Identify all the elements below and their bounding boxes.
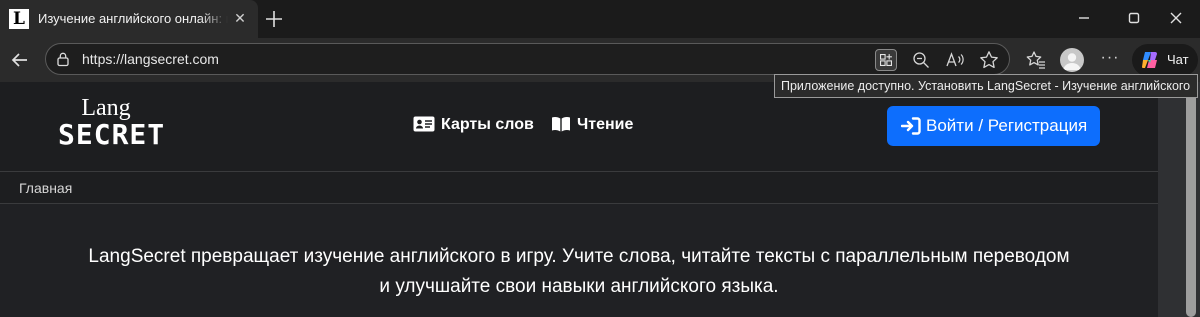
login-separator: /: [978, 116, 984, 135]
tab-title: Изучение английского онлайн: изучение ан…: [38, 11, 228, 26]
register-label: Регистрация: [987, 116, 1088, 135]
open-book-icon: [552, 116, 570, 132]
minimize-icon[interactable]: [1070, 4, 1098, 32]
nav-word-cards-label: Карты слов: [441, 116, 534, 133]
zoom-out-icon[interactable]: [910, 49, 932, 71]
id-card-icon: [413, 116, 435, 132]
more-options-icon[interactable]: ···: [1098, 48, 1122, 72]
url-text[interactable]: https://langsecret.com: [82, 51, 219, 67]
lock-icon[interactable]: [55, 51, 71, 67]
site-logo[interactable]: Lang SECRET: [58, 96, 164, 156]
nav-word-cards-link[interactable]: Карты слов: [413, 116, 534, 134]
new-tab-icon[interactable]: [262, 7, 286, 31]
window-close-icon[interactable]: [1162, 4, 1190, 32]
intro-line-2: и улучшайте свои навыки английского язык…: [379, 276, 779, 297]
address-bar[interactable]: https://langsecret.com: [45, 43, 1010, 75]
tab-favicon: L: [9, 9, 29, 29]
breadcrumb-home[interactable]: Главная: [19, 180, 72, 196]
nav-reading-label: Чтение: [577, 116, 634, 133]
page-viewport: Lang SECRET Карты слов Чтение Войти / Ре…: [0, 82, 1200, 317]
logo-line-secret: SECRET: [58, 118, 166, 151]
add-favorite-star-icon[interactable]: [978, 49, 1000, 71]
profile-avatar-icon[interactable]: [1060, 48, 1084, 72]
sign-in-icon: [900, 117, 921, 135]
breadcrumb-bar: Главная: [0, 171, 1158, 204]
logo-line-lang: Lang: [81, 95, 131, 121]
favorites-icon[interactable]: [1024, 48, 1048, 72]
intro-text: LangSecret превращает изучение английско…: [0, 242, 1158, 302]
browser-tab[interactable]: L Изучение английского онлайн: изучение …: [0, 0, 258, 38]
back-arrow-icon[interactable]: [8, 48, 32, 72]
tab-close-icon[interactable]: ✕: [232, 10, 248, 26]
maximize-icon[interactable]: [1120, 4, 1148, 32]
read-aloud-icon[interactable]: [944, 49, 966, 71]
browser-titlebar: L Изучение английского онлайн: изучение …: [0, 0, 1200, 38]
install-app-tooltip: Приложение доступно. Установить LangSecr…: [774, 74, 1198, 98]
nav-reading-link[interactable]: Чтение: [551, 116, 633, 134]
login-register-button[interactable]: Войти / Регистрация: [887, 106, 1100, 146]
login-label: Войти: [926, 116, 974, 135]
copilot-chat-button[interactable]: Чат: [1132, 44, 1198, 76]
page-scrollbar-thumb[interactable]: [1186, 82, 1196, 317]
copilot-label: Чат: [1167, 52, 1189, 67]
copilot-icon: [1142, 52, 1157, 68]
app-available-icon[interactable]: [875, 49, 897, 71]
intro-line-1: LangSecret превращает изучение английско…: [88, 246, 1070, 267]
